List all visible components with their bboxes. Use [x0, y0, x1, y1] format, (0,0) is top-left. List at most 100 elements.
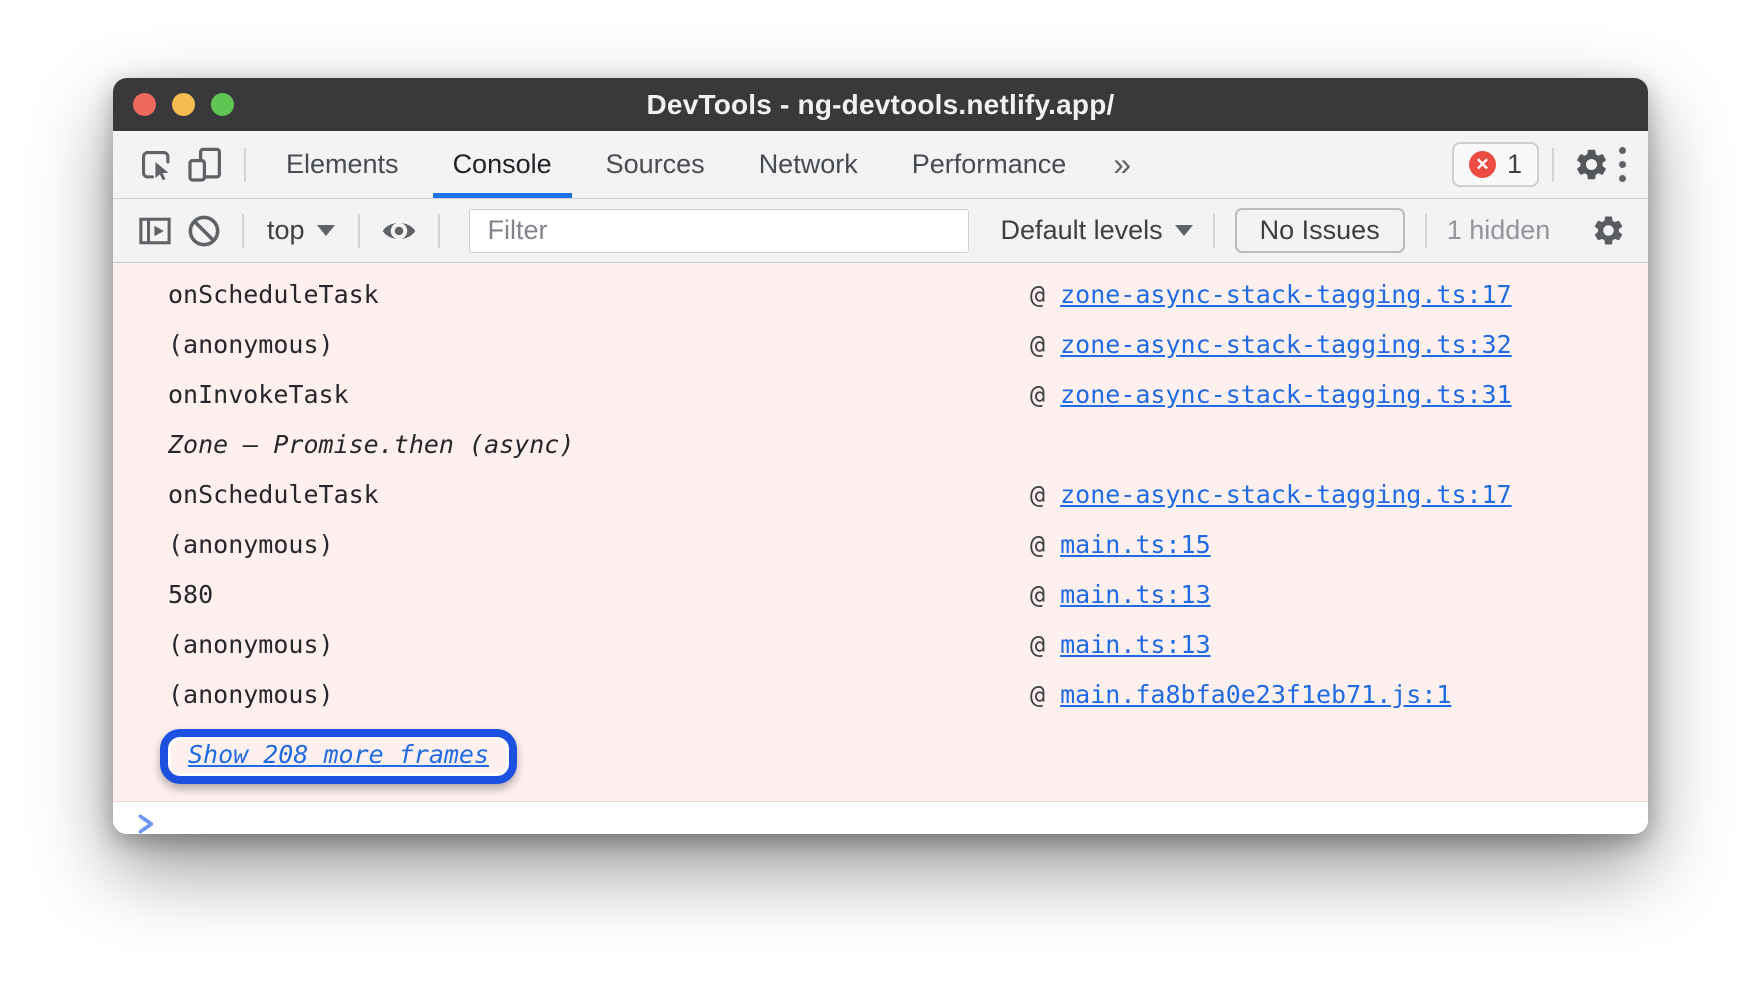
error-count: 1 — [1507, 149, 1522, 180]
gear-icon — [1591, 213, 1626, 248]
stack-frame-row: onInvokeTask @ zone-async-stack-tagging.… — [113, 369, 1648, 419]
at-symbol: @ — [1030, 580, 1045, 609]
divider — [438, 214, 440, 248]
devtools-window: DevTools - ng-devtools.netlify.app/ Elem… — [113, 78, 1648, 834]
stack-frame-location: @ zone-async-stack-tagging.ts:17 — [1030, 280, 1512, 309]
kebab-menu-icon — [1619, 147, 1626, 154]
kebab-menu-icon — [1619, 175, 1626, 182]
source-location-link[interactable]: zone-async-stack-tagging.ts:31 — [1060, 380, 1512, 409]
show-more-row: Show 208 more frames — [113, 721, 1648, 791]
show-more-frames-link[interactable]: Show 208 more frames — [188, 740, 489, 769]
divider — [1425, 214, 1427, 248]
kebab-menu-icon — [1619, 161, 1626, 168]
log-levels-dropdown[interactable]: Default levels — [1001, 215, 1193, 246]
sidebar-toggle-icon — [135, 211, 175, 251]
error-icon: ✕ — [1469, 151, 1496, 178]
stack-frame-row: (anonymous) @ zone-async-stack-tagging.t… — [113, 319, 1648, 369]
clear-console-button[interactable] — [179, 212, 229, 250]
eye-icon — [379, 211, 419, 251]
levels-label: Default levels — [1001, 215, 1163, 246]
divider — [1213, 214, 1215, 248]
create-live-expression-button[interactable] — [373, 211, 425, 251]
main-menu-button[interactable] — [1615, 143, 1630, 186]
at-symbol: @ — [1030, 630, 1045, 659]
stack-frame-function: 580 — [113, 580, 1030, 609]
stack-frame-function: (anonymous) — [113, 680, 1030, 709]
filter-input[interactable] — [469, 209, 969, 253]
at-symbol: @ — [1030, 330, 1045, 359]
tab-console[interactable]: Console — [426, 131, 579, 198]
source-location-link[interactable]: zone-async-stack-tagging.ts:17 — [1060, 280, 1512, 309]
devtools-tab-bar: Elements Console Sources Network Perform… — [113, 131, 1648, 199]
stack-frame-location: @ zone-async-stack-tagging.ts:17 — [1030, 480, 1512, 509]
divider — [1552, 148, 1554, 182]
stack-frame-function: (anonymous) — [113, 630, 1030, 659]
at-symbol: @ — [1030, 530, 1045, 559]
gear-icon — [1573, 146, 1610, 183]
window-controls — [133, 78, 234, 131]
at-symbol: @ — [1030, 380, 1045, 409]
source-location-link[interactable]: main.ts:15 — [1060, 530, 1211, 559]
title-bar: DevTools - ng-devtools.netlify.app/ — [113, 78, 1648, 131]
inspect-element-button[interactable] — [133, 146, 179, 184]
minimize-window-button[interactable] — [172, 93, 195, 116]
clear-console-icon — [185, 212, 223, 250]
prompt-chevron-icon — [135, 812, 159, 834]
stack-frame-list: onScheduleTask @ zone-async-stack-taggin… — [113, 269, 1648, 719]
console-settings-button[interactable] — [1586, 213, 1630, 248]
stack-frame-row: (anonymous) @ main.ts:13 — [113, 619, 1648, 669]
window-title: DevTools - ng-devtools.netlify.app/ — [647, 89, 1115, 121]
zoom-window-button[interactable] — [211, 93, 234, 116]
console-prompt[interactable] — [113, 802, 1648, 834]
inspect-icon — [137, 146, 175, 184]
divider — [358, 214, 360, 248]
source-location-link[interactable]: main.ts:13 — [1060, 580, 1211, 609]
stack-frame-row: onScheduleTask @ zone-async-stack-taggin… — [113, 269, 1648, 319]
source-location-link[interactable]: main.fa8bfa0e23f1eb71.js:1 — [1060, 680, 1451, 709]
stack-frame-row: (anonymous) @ main.fa8bfa0e23f1eb71.js:1 — [113, 669, 1648, 719]
stack-frame-row: Zone — Promise.then (async) — [113, 419, 1648, 469]
source-location-link[interactable]: zone-async-stack-tagging.ts:17 — [1060, 480, 1512, 509]
stack-frame-location: @ main.fa8bfa0e23f1eb71.js:1 — [1030, 680, 1451, 709]
at-symbol: @ — [1030, 480, 1045, 509]
stack-frame-function: (anonymous) — [113, 530, 1030, 559]
more-tabs-button[interactable]: » — [1113, 146, 1131, 183]
stack-frame-function: onScheduleTask — [113, 280, 1030, 309]
caret-down-icon — [317, 225, 335, 236]
hidden-messages-count[interactable]: 1 hidden — [1447, 215, 1551, 246]
issues-button[interactable]: No Issues — [1235, 208, 1405, 253]
stack-frame-function: onInvokeTask — [113, 380, 1030, 409]
panel-tabs: Elements Console Sources Network Perform… — [259, 131, 1093, 198]
caret-down-icon — [1175, 225, 1193, 236]
source-location-link[interactable]: main.ts:13 — [1060, 630, 1211, 659]
error-message-block: onScheduleTask @ zone-async-stack-taggin… — [113, 263, 1648, 802]
settings-button[interactable] — [1567, 146, 1615, 183]
device-toolbar-icon — [185, 145, 225, 185]
highlight-ring: Show 208 more frames — [160, 729, 517, 784]
stack-frame-row: (anonymous) @ main.ts:15 — [113, 519, 1648, 569]
close-window-button[interactable] — [133, 93, 156, 116]
show-console-sidebar-button[interactable] — [131, 211, 179, 251]
stack-frame-row: onScheduleTask @ zone-async-stack-taggin… — [113, 469, 1648, 519]
source-location-link[interactable]: zone-async-stack-tagging.ts:32 — [1060, 330, 1512, 359]
context-label: top — [267, 215, 305, 246]
tab-network[interactable]: Network — [732, 131, 885, 198]
tab-performance[interactable]: Performance — [885, 131, 1094, 198]
error-count-badge[interactable]: ✕ 1 — [1452, 142, 1539, 187]
stack-frame-row: 580 @ main.ts:13 — [113, 569, 1648, 619]
toggle-device-toolbar-button[interactable] — [179, 145, 231, 185]
divider — [242, 214, 244, 248]
at-symbol: @ — [1030, 680, 1045, 709]
console-toolbar: top Default levels No Issues 1 hidde — [113, 199, 1648, 263]
desktop-background: DevTools - ng-devtools.netlify.app/ Elem… — [0, 0, 1760, 982]
at-symbol: @ — [1030, 280, 1045, 309]
stack-frame-location: @ zone-async-stack-tagging.ts:31 — [1030, 380, 1512, 409]
stack-frame-location: @ zone-async-stack-tagging.ts:32 — [1030, 330, 1512, 359]
javascript-context-dropdown[interactable]: top — [257, 215, 345, 246]
console-output: onScheduleTask @ zone-async-stack-taggin… — [113, 263, 1648, 834]
stack-frame-location: @ main.ts:13 — [1030, 630, 1211, 659]
stack-frame-location: @ main.ts:13 — [1030, 580, 1211, 609]
tab-elements[interactable]: Elements — [259, 131, 426, 198]
tab-sources[interactable]: Sources — [579, 131, 732, 198]
stack-frame-location: @ main.ts:15 — [1030, 530, 1211, 559]
